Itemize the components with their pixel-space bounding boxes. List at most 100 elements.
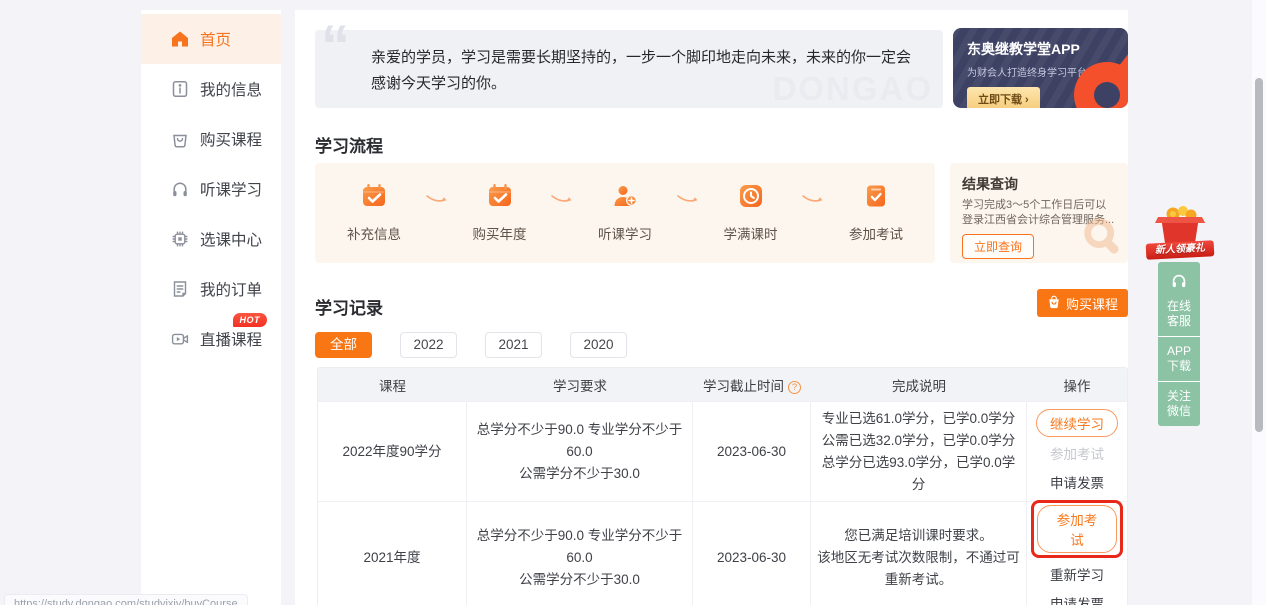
query-now-button[interactable]: 立即查询 [962, 234, 1034, 259]
requirement-cell: 总学分不少于90.0 专业学分不少于60.0 公需学分不少于30.0 [467, 402, 693, 501]
result-query-card: 结果查询 学习完成3～5个工作日后可以登录江西省会计综合管理服务... 立即查询 [950, 163, 1128, 263]
tab-2020[interactable]: 2020 [570, 332, 627, 358]
take-exam-button[interactable]: 参加考试 [1037, 505, 1117, 553]
buy-course-label: 购买课程 [1066, 294, 1118, 313]
gift-box-icon [1151, 204, 1209, 244]
app-promo-title: 东奥继教学堂APP [967, 39, 1128, 59]
sidebar-item-my-info[interactable]: 我的信息 [141, 64, 281, 114]
result-query-title: 结果查询 [962, 174, 1116, 194]
year-filter-tabs: 全部 2022 2021 2020 [315, 332, 627, 358]
shopping-bag-icon [171, 130, 189, 148]
col-deadline-label: 学习截止时间 [703, 379, 784, 394]
scrollbar-thumb[interactable] [1255, 78, 1263, 432]
col-completion: 完成说明 [811, 375, 1027, 395]
requirement-line: 总学分不少于90.0 专业学分不少于60.0 [471, 419, 688, 463]
deadline-cell: 2023-06-30 [693, 402, 811, 501]
arrow-icon [802, 193, 824, 211]
follow-wechat-button[interactable]: 关注微信 [1158, 381, 1200, 426]
sidebar-item-label: 首页 [200, 28, 231, 50]
sidebar-item-label: 我的订单 [200, 278, 262, 300]
col-actions: 操作 [1027, 375, 1127, 395]
tab-2022[interactable]: 2022 [400, 332, 457, 358]
status-bar-url: https://study.dongao.com/studyjxjy/buyCo… [4, 594, 248, 605]
sidebar-item-my-orders[interactable]: 我的订单 [141, 264, 281, 314]
table-row: 2022年度90学分 总学分不少于90.0 专业学分不少于60.0 公需学分不少… [318, 401, 1127, 501]
floating-buttons: 在线客服 APP下载 关注微信 [1158, 262, 1200, 426]
actions-cell: 参加考试 重新学习 申请发票 [1027, 502, 1127, 605]
completion-line: 您已满足培训课时要求。 [815, 525, 1022, 547]
completion-line: 该地区无考试次数限制，不通过可重新考试。 [815, 547, 1022, 591]
sidebar-item-listen-study[interactable]: 听课学习 [141, 164, 281, 214]
records-section-title: 学习记录 [315, 294, 383, 319]
sidebar-item-label: 听课学习 [200, 178, 262, 200]
online-service-button[interactable]: 在线客服 [1158, 262, 1200, 336]
tab-all[interactable]: 全部 [315, 332, 372, 358]
flow-step-buy-year: 购买年度 [473, 183, 527, 243]
request-invoice-link[interactable]: 申请发票 [1050, 594, 1104, 605]
request-invoice-link[interactable]: 申请发票 [1050, 473, 1104, 495]
completion-cell: 专业已选61.0学分，已学0.0学分 公需已选32.0学分，已学0.0学分 总学… [811, 402, 1027, 501]
sidebar-item-course-center[interactable]: 选课中心 [141, 214, 281, 264]
live-video-icon [171, 330, 189, 348]
flow-step-label: 参加考试 [849, 223, 903, 243]
magnifier-watermark-icon [1080, 214, 1126, 263]
newcomer-gift-badge[interactable]: 新人领豪礼 [1151, 204, 1209, 260]
dongao-watermark: DONGAO [773, 70, 934, 108]
main-panel: “ 亲爱的学员，学习是需要长期坚持的，一步一个脚印地走向未来，未来的你一定会感谢… [295, 10, 1128, 605]
flow-step-label: 学满课时 [724, 223, 778, 243]
flow-step-label: 补充信息 [347, 223, 401, 243]
sidebar-item-label: 选课中心 [200, 228, 262, 250]
arrow-icon [677, 193, 699, 211]
flow-step-label: 听课学习 [598, 223, 652, 243]
sidebar-item-buy-course[interactable]: 购买课程 [141, 114, 281, 164]
requirement-line: 公需学分不少于30.0 [471, 569, 688, 591]
quote-icon: “ [321, 18, 350, 76]
completion-line: 总学分已选93.0学分，已学0.0学分 [815, 452, 1022, 496]
calendar-check-icon [487, 183, 513, 214]
sidebar: 首页 我的信息 购买课程 听课学习 选课中心 我的订单 直播课程 H [141, 10, 281, 605]
course-cell: 2022年度90学分 [318, 402, 467, 501]
arrow-icon [426, 193, 448, 211]
col-deadline: 学习截止时间? [693, 375, 811, 395]
clock-icon [738, 183, 764, 214]
requirement-line: 总学分不少于90.0 专业学分不少于60.0 [471, 525, 688, 569]
sidebar-item-live-course[interactable]: 直播课程 HOT [141, 314, 281, 364]
take-exam-link-disabled: 参加考试 [1050, 444, 1104, 466]
flow-section-title: 学习流程 [315, 132, 383, 157]
calendar-check-icon [361, 183, 387, 214]
table-header: 课程 学习要求 学习截止时间? 完成说明 操作 [318, 368, 1127, 401]
completion-cell: 您已满足培训课时要求。 该地区无考试次数限制，不通过可重新考试。 [811, 502, 1027, 605]
red-highlight-box: 参加考试 [1031, 500, 1123, 558]
home-icon [171, 30, 189, 48]
exam-check-icon [863, 183, 889, 214]
records-table: 课程 学习要求 学习截止时间? 完成说明 操作 2022年度90学分 总学分不少… [317, 367, 1128, 605]
headset-icon [1164, 272, 1194, 294]
order-list-icon [171, 280, 189, 298]
table-row: 2021年度 总学分不少于90.0 专业学分不少于60.0 公需学分不少于30.… [318, 501, 1127, 605]
completion-line: 专业已选61.0学分，已学0.0学分 [815, 408, 1022, 430]
sidebar-item-home[interactable]: 首页 [141, 14, 281, 64]
sidebar-item-label: 直播课程 [200, 328, 262, 350]
completion-line: 公需已选32.0学分，已学0.0学分 [815, 430, 1022, 452]
course-cell: 2021年度 [318, 502, 467, 605]
app-promo-card: 东奥继教学堂APP 为财会人打造终身学习平台 立即下载 › [953, 28, 1128, 108]
bag-icon [1047, 295, 1061, 312]
actions-cell: 继续学习 参加考试 申请发票 [1027, 402, 1127, 501]
info-card-icon [171, 80, 189, 98]
follow-wechat-label: 关注微信 [1167, 389, 1191, 418]
continue-study-button[interactable]: 继续学习 [1036, 409, 1118, 437]
download-app-button[interactable]: 立即下载 › [967, 87, 1040, 108]
buy-course-button[interactable]: 购买课程 [1037, 289, 1128, 317]
help-icon[interactable]: ? [788, 381, 801, 394]
app-download-button[interactable]: APP下载 [1158, 336, 1200, 381]
gift-banner-label: 新人领豪礼 [1146, 240, 1215, 260]
arrow-icon [551, 193, 573, 211]
flow-step-take-exam: 参加考试 [849, 183, 903, 243]
tab-2021[interactable]: 2021 [485, 332, 542, 358]
online-service-label: 在线客服 [1167, 299, 1191, 328]
restudy-link[interactable]: 重新学习 [1050, 565, 1104, 587]
requirement-line: 公需学分不少于30.0 [471, 463, 688, 485]
flow-step-listen-study: 听课学习 [598, 183, 652, 243]
learning-flow: 补充信息 购买年度 听课学习 学满课时 [315, 163, 935, 263]
flow-step-supplement-info: 补充信息 [347, 183, 401, 243]
